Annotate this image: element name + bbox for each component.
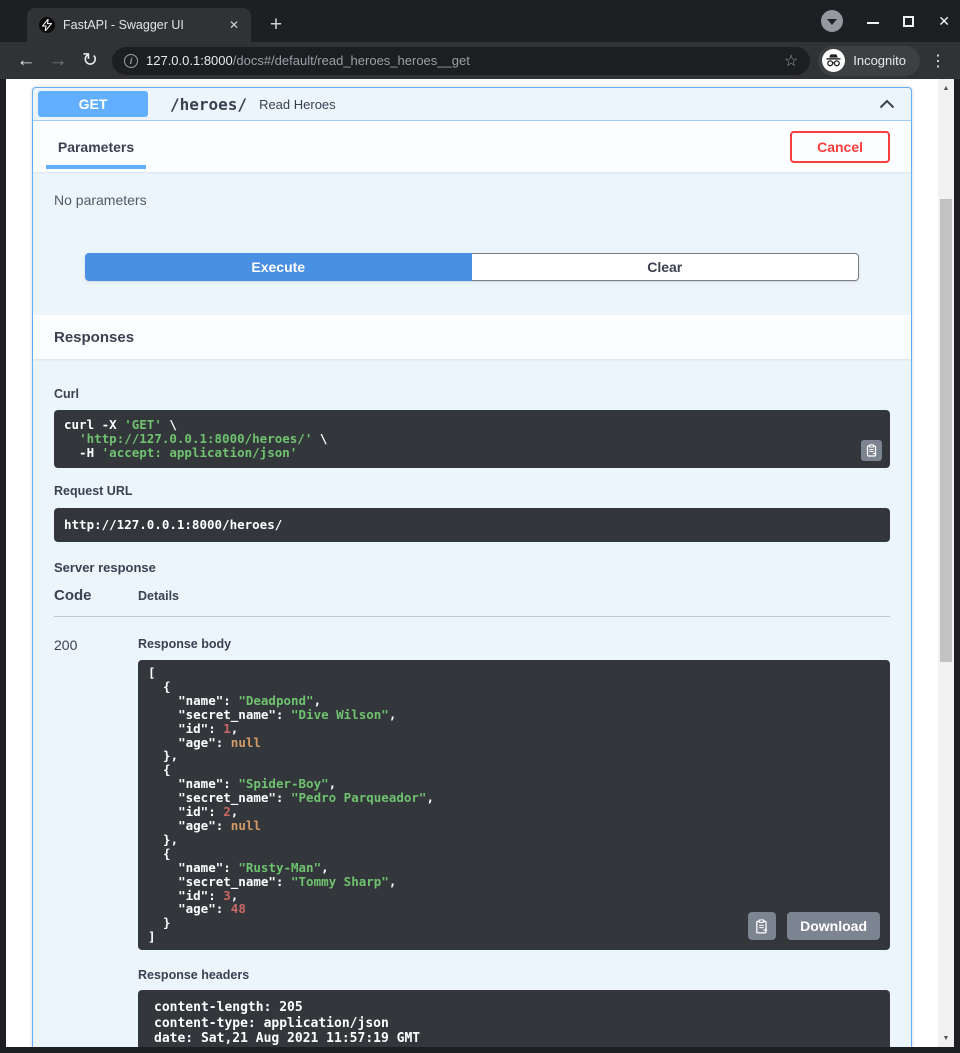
site-info-icon[interactable]: i — [124, 54, 138, 68]
request-url-label: Request URL — [54, 484, 890, 498]
curl-command-block[interactable]: curl -X 'GET' \ 'http://127.0.0.1:8000/h… — [54, 410, 890, 468]
browser-toolbar: ← → ↻ i 127.0.0.1:8000/docs#/default/rea… — [0, 42, 960, 79]
url-host: 127.0.0.1:8000 — [146, 53, 233, 68]
copy-curl-button[interactable] — [861, 440, 882, 461]
url-path: /docs#/default/read_heroes_heroes__get — [233, 53, 470, 68]
tab-strip: FastAPI - Swagger UI ✕ + ✕ — [0, 0, 960, 42]
response-headers-block: content-length: 205content-type: applica… — [138, 990, 890, 1047]
request-url-block: http://127.0.0.1:8000/heroes/ — [54, 508, 890, 542]
browser-tab[interactable]: FastAPI - Swagger UI ✕ — [27, 8, 251, 42]
back-button[interactable]: ← — [10, 45, 42, 77]
execute-button[interactable]: Execute — [85, 253, 472, 281]
http-method-badge: GET — [38, 91, 148, 117]
new-tab-button[interactable]: + — [262, 11, 290, 39]
scroll-up-icon[interactable]: ▲ — [938, 81, 954, 95]
responses-header: Responses — [33, 315, 911, 359]
download-button[interactable]: Download — [787, 912, 880, 940]
curl-label: Curl — [54, 387, 890, 401]
forward-button[interactable]: → — [42, 45, 74, 77]
reload-button[interactable]: ↻ — [74, 45, 106, 77]
parameters-title: Parameters — [58, 139, 134, 155]
server-response-label: Server response — [54, 560, 890, 575]
swagger-page: GET /heroes/ Read Heroes Parameters Canc… — [6, 79, 954, 1047]
url-text[interactable]: 127.0.0.1:8000/docs#/default/read_heroes… — [146, 53, 776, 68]
details-column-header: Details — [138, 589, 179, 603]
status-code: 200 — [54, 637, 138, 1047]
response-body-label: Response body — [138, 637, 890, 651]
tab-title: FastAPI - Swagger UI — [63, 18, 217, 32]
responses-body: Curl curl -X 'GET' \ 'http://127.0.0.1:8… — [33, 359, 911, 1047]
copy-response-button[interactable] — [748, 912, 776, 940]
no-parameters-text: No parameters — [54, 192, 890, 208]
tab-search-button[interactable] — [821, 10, 843, 32]
bookmark-star-icon[interactable]: ☆ — [784, 51, 798, 71]
address-bar[interactable]: i 127.0.0.1:8000/docs#/default/read_hero… — [112, 47, 810, 75]
endpoint-summary: Read Heroes — [259, 97, 877, 112]
parameters-body: No parameters Execute Clear — [33, 172, 911, 315]
page-scrollbar[interactable]: ▲ ▼ — [938, 79, 954, 1047]
collapse-chevron-up-icon[interactable] — [877, 94, 897, 114]
response-table-header: Code Details — [54, 587, 890, 617]
opblock-summary[interactable]: GET /heroes/ Read Heroes — [33, 88, 911, 121]
server-response-table: Code Details 200 Response body [ { "name… — [54, 587, 890, 1047]
code-column-header: Code — [54, 587, 138, 604]
minimize-button[interactable] — [867, 22, 879, 24]
response-row-200: 200 Response body [ { "name": "Deadpond"… — [54, 617, 890, 1047]
incognito-badge: Incognito — [818, 46, 920, 76]
cancel-button[interactable]: Cancel — [790, 131, 890, 163]
request-url-value: http://127.0.0.1:8000/heroes/ — [64, 517, 282, 532]
browser-menu-icon[interactable]: ⋮ — [926, 49, 950, 73]
tab-parameters[interactable]: Parameters — [46, 121, 146, 172]
tab-close-icon[interactable]: ✕ — [225, 16, 243, 34]
chevron-down-icon — [827, 19, 837, 25]
close-window-button[interactable]: ✕ — [938, 14, 950, 28]
incognito-label: Incognito — [853, 53, 906, 68]
scroll-down-icon[interactable]: ▼ — [938, 1031, 954, 1045]
response-body-block[interactable]: [ { "name": "Deadpond", "secret_name": "… — [138, 660, 890, 950]
parameters-header: Parameters Cancel — [33, 121, 911, 172]
clear-button[interactable]: Clear — [472, 253, 860, 281]
scrollbar-thumb[interactable] — [940, 199, 952, 662]
responses-title: Responses — [54, 329, 134, 346]
active-tab-underline — [46, 165, 146, 169]
endpoint-path: /heroes/ — [170, 95, 247, 114]
response-headers-label: Response headers — [138, 968, 890, 982]
opblock-get-heroes: GET /heroes/ Read Heroes Parameters Canc… — [32, 87, 912, 1047]
fastapi-favicon-icon — [39, 17, 55, 33]
incognito-icon — [822, 49, 845, 72]
execute-row: Execute Clear — [85, 253, 859, 281]
maximize-button[interactable] — [903, 16, 914, 27]
